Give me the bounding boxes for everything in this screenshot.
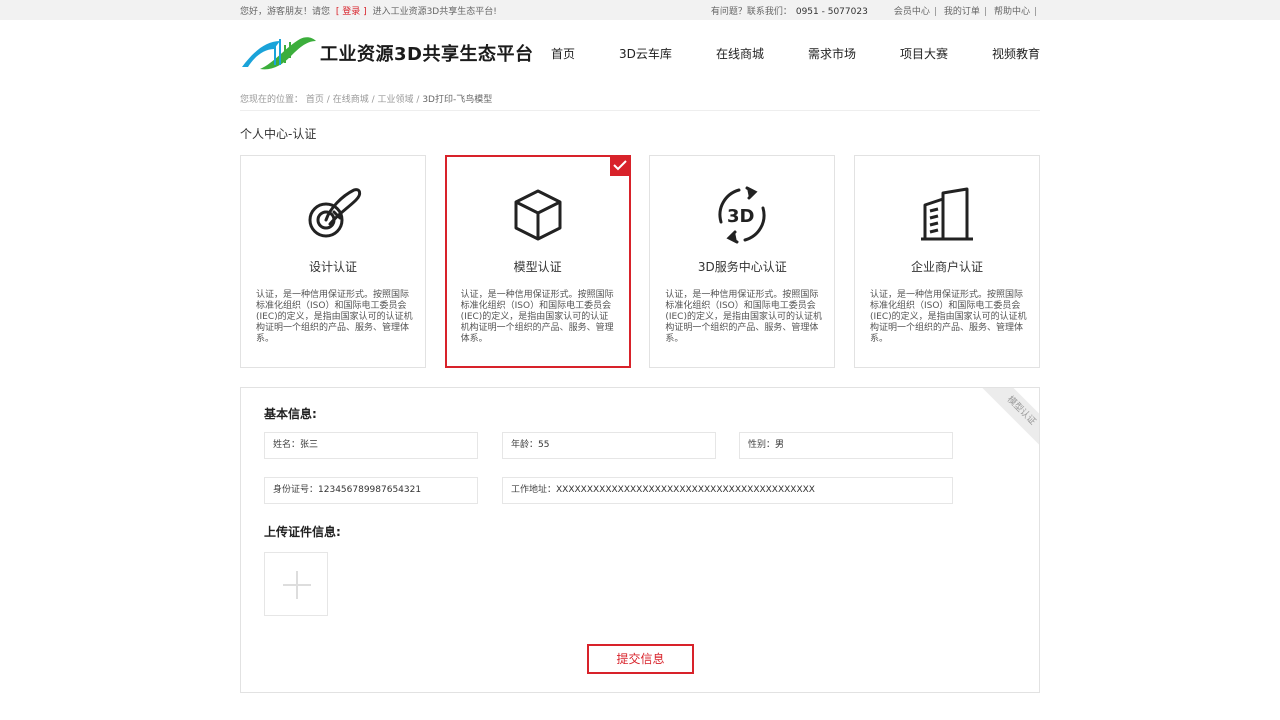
breadcrumb-industrial-field[interactable]: 工业领域 <box>378 95 414 105</box>
basic-info-heading: 基本信息: <box>264 407 317 421</box>
logo-text: 工业资源3D共享生态平台 <box>320 44 534 65</box>
card-design-cert[interactable]: 设计认证 认证，是一种信用保证形式。按照国际标准化组织（ISO）和国际电工委员会… <box>240 155 426 368</box>
login-link[interactable]: 登录 <box>342 4 360 17</box>
header: 工业资源3D共享生态平台 首页 3D云车库 在线商城 需求市场 项目大赛 视频教… <box>240 20 1040 86</box>
age-field[interactable]: 年龄：55 <box>502 432 716 459</box>
bracket-close: ] <box>363 6 367 17</box>
bracket-open: [ <box>335 6 340 17</box>
id-number-field[interactable]: 身份证号：123456789987654321 <box>264 477 478 504</box>
cert-type-ribbon: 模型认证 <box>979 388 1039 448</box>
age-value: 55 <box>538 440 550 450</box>
nav-item-project-contest[interactable]: 项目大赛 <box>900 45 948 62</box>
separator: | <box>933 6 937 17</box>
design-icon <box>241 184 425 246</box>
card-title: 设计认证 <box>308 260 357 274</box>
main-nav: 首页 3D云车库 在线商城 需求市场 项目大赛 视频教育 <box>551 45 1040 62</box>
work-address-label: 工作地址： <box>511 485 557 495</box>
ribbon-wrap: 模型认证 <box>979 388 1039 448</box>
svg-text:3D: 3D <box>727 206 754 227</box>
cert-form: 模型认证 基本信息: 姓名：张三 年龄：55 性别：男 身份证号：1234567… <box>240 387 1040 693</box>
card-title: 企业商户认证 <box>910 260 983 274</box>
nav-item-3d-garage[interactable]: 3D云车库 <box>619 45 672 62</box>
user-links: 会员中心 | 我的订单 | 帮助中心 | <box>890 4 1040 17</box>
my-orders-link[interactable]: 我的订单 <box>944 4 980 17</box>
card-3d-service-cert[interactable]: 3D 3D服务中心认证 认证，是一种信用保证形式。按照国际标准化组织（ISO）和… <box>649 155 836 368</box>
submit-button[interactable]: 提交信息 <box>587 644 694 674</box>
gender-field[interactable]: 性别：男 <box>739 432 953 459</box>
breadcrumb-current: 3D打印-飞鸟模型 <box>422 95 493 105</box>
card-model-cert[interactable]: 模型认证 认证，是一种信用保证形式。按照国际标准化组织（ISO）和国际电工委员会… <box>444 155 631 368</box>
separator: | <box>1033 6 1037 17</box>
card-enterprise-cert[interactable]: 企业商户认证 认证，是一种信用保证形式。按照国际标准化组织（ISO）和国际电工委… <box>853 155 1040 368</box>
card-description: 认证，是一种信用保证形式。按照国际标准化组织（ISO）和国际电工委员会(IEC)… <box>869 290 1027 344</box>
card-title: 模型认证 <box>513 260 562 274</box>
nav-item-online-mall[interactable]: 在线商城 <box>716 45 764 62</box>
help-center-link[interactable]: 帮助中心 <box>994 4 1030 17</box>
welcome-text: 您好，游客朋友！请您 [ 登录 ] 进入工业资源3D共享生态平台! <box>240 4 497 17</box>
contact-label: 有问题？联系我们： <box>710 6 792 17</box>
age-label: 年龄： <box>511 440 539 450</box>
work-address-field[interactable]: 工作地址：XXXXXXXXXXXXXXXXXXXXXXXXXXXXXXXXXXX… <box>502 477 953 504</box>
3d-rotate-icon: 3D <box>650 184 834 246</box>
breadcrumb-prefix: 您现在的位置： <box>240 95 304 105</box>
nav-item-video-education[interactable]: 视频教育 <box>992 45 1040 62</box>
card-title: 3D服务中心认证 <box>697 260 787 274</box>
phone-number: 0951 - 5077023 <box>795 6 868 17</box>
building-icon <box>855 184 1039 246</box>
name-field[interactable]: 姓名：张三 <box>264 432 478 459</box>
page-title: 个人中心-认证 <box>240 127 317 141</box>
card-description: 认证，是一种信用保证形式。按照国际标准化组织（ISO）和国际电工委员会(IEC)… <box>665 290 822 344</box>
member-center-link[interactable]: 会员中心 <box>894 4 930 17</box>
breadcrumb-online-mall[interactable]: 在线商城 <box>333 95 369 105</box>
upload-button[interactable] <box>264 552 328 616</box>
welcome-message: 进入工业资源3D共享生态平台! <box>372 6 497 17</box>
card-description: 认证，是一种信用保证形式。按照国际标准化组织（ISO）和国际电工委员会(IEC)… <box>460 290 614 344</box>
greeting-text: 您好，游客朋友！请您 <box>240 6 331 17</box>
gender-value: 男 <box>775 440 785 450</box>
plus-icon <box>296 571 298 599</box>
id-number-value: 123456789987654321 <box>318 485 422 495</box>
id-number-label: 身份证号： <box>273 485 319 495</box>
name-value: 张三 <box>300 440 319 450</box>
logo[interactable]: 工业资源3D共享生态平台 <box>240 33 533 73</box>
name-label: 姓名： <box>273 440 301 450</box>
separator: | <box>983 6 987 17</box>
work-address-value: XXXXXXXXXXXXXXXXXXXXXXXXXXXXXXXXXXXXXXXX… <box>556 485 815 495</box>
contact-info: 有问题？联系我们： 0951 - 5077023 <box>711 4 868 17</box>
nav-item-home[interactable]: 首页 <box>551 45 575 62</box>
certification-cards: 设计认证 认证，是一种信用保证形式。按照国际标准化组织（ISO）和国际电工委员会… <box>240 155 1040 368</box>
upload-heading: 上传证件信息: <box>264 525 341 539</box>
breadcrumb: 您现在的位置： 首页 / 在线商城 / 工业领域 / 3D打印-飞鸟模型 <box>240 86 1040 111</box>
nav-item-demand-market[interactable]: 需求市场 <box>808 45 856 62</box>
breadcrumb-separator: / <box>416 95 420 105</box>
check-icon <box>609 156 630 176</box>
cube-icon <box>447 184 629 246</box>
card-description: 认证，是一种信用保证形式。按照国际标准化组织（ISO）和国际电工委员会(IEC)… <box>256 290 413 344</box>
breadcrumb-home[interactable]: 首页 <box>306 95 324 105</box>
top-bar: 您好，游客朋友！请您 [ 登录 ] 进入工业资源3D共享生态平台! 有问题？联系… <box>0 0 1280 20</box>
breadcrumb-separator: / <box>326 95 330 105</box>
gender-label: 性别： <box>748 440 776 450</box>
breadcrumb-separator: / <box>371 95 375 105</box>
logo-mark-icon <box>242 37 316 70</box>
